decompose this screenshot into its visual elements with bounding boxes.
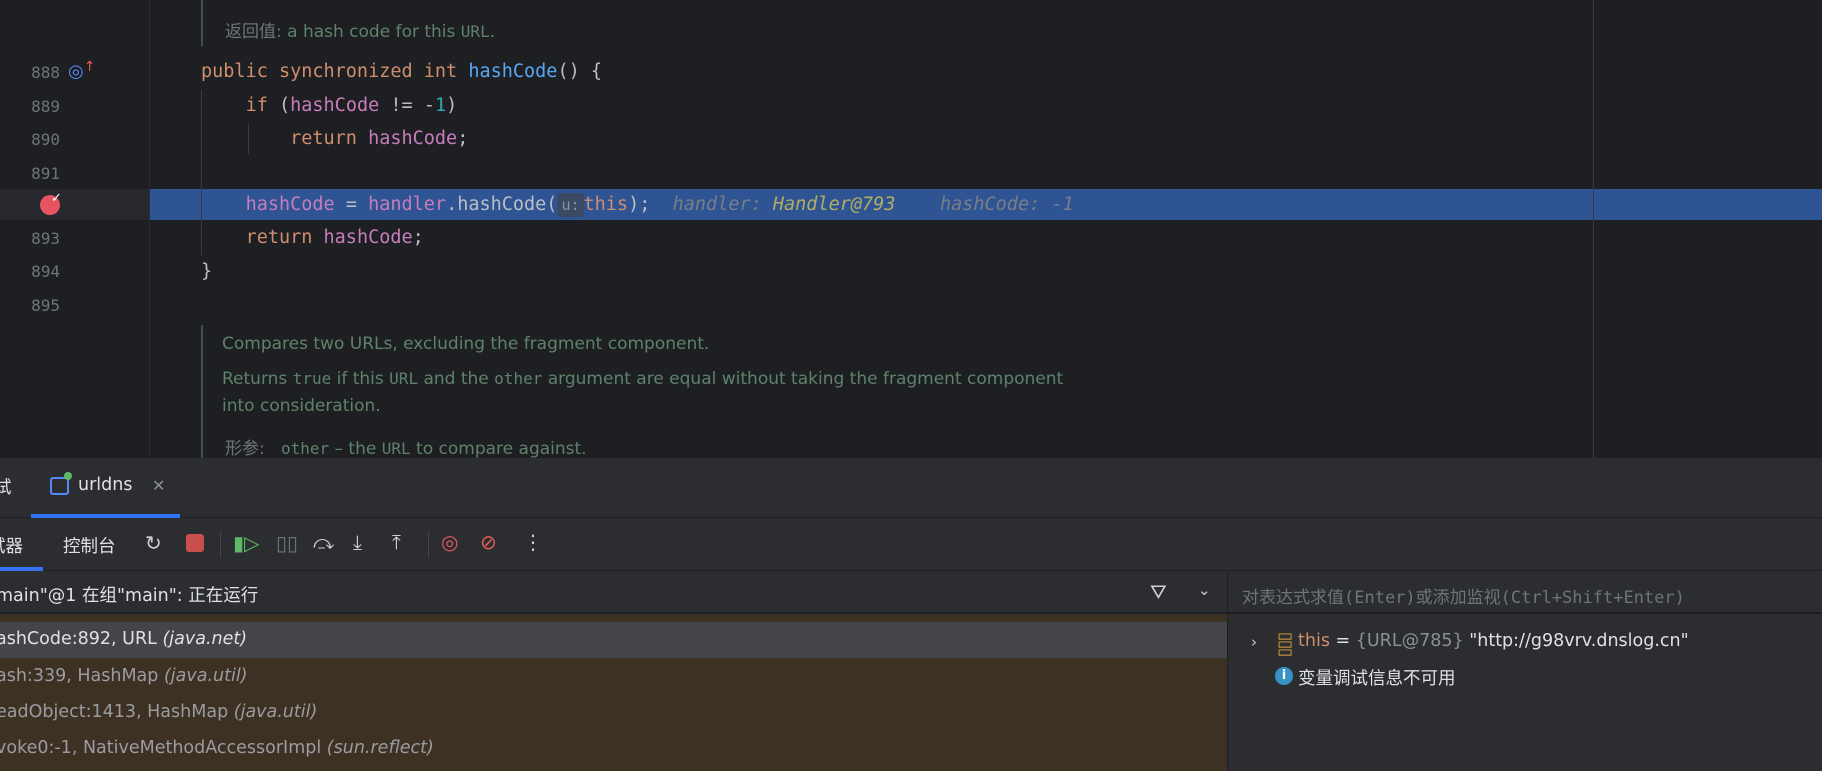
code-line-893: return hashCode; <box>245 227 424 248</box>
step-over-icon[interactable]: ⤼ <box>313 532 334 552</box>
frame-item[interactable]: ashCode:892, URL (java.net) <box>0 629 247 649</box>
gutter-divider <box>149 0 150 458</box>
line-number: 895 <box>31 296 60 315</box>
debug-toolbar: 试器 控制台 <box>0 518 1822 571</box>
resume-icon[interactable]: ▮▷ <box>233 533 259 553</box>
tab-label: urldns <box>78 475 133 495</box>
rerun-icon[interactable]: ↻ <box>145 533 162 553</box>
doc-returns-cont: into consideration. <box>222 396 381 416</box>
doc-summary: Compares two URLs, excluding the fragmen… <box>222 334 710 354</box>
evaluate-expression-input[interactable]: 对表达式求值(Enter)或添加监视(Ctrl+Shift+Enter) <box>1228 571 1822 614</box>
tab-console[interactable]: 控制台 <box>63 533 116 558</box>
code-line-894: } <box>201 261 213 282</box>
line-number: 893 <box>31 229 60 248</box>
doc-param: 形参: other – the URL to compare against. <box>225 439 587 459</box>
tab-urldns[interactable]: urldns ✕ <box>31 458 180 518</box>
code-line-892: hashCode = handler.hashCode(u: this); han… <box>245 193 1074 217</box>
chevron-right-icon[interactable]: › <box>1251 633 1257 651</box>
thread-label: main"@1 在组"main": 正在运行 <box>0 586 259 606</box>
mute-breakpoints-icon[interactable]: ⊘ <box>480 532 497 552</box>
doc-returns: Returns true if this URL and the other a… <box>222 369 1064 389</box>
stop-icon[interactable] <box>186 534 204 552</box>
info-message: 变量调试信息不可用 <box>1298 669 1456 689</box>
execution-gutter-highlight <box>0 189 149 220</box>
code-line-888: public synchronized int hashCode() { <box>201 61 602 82</box>
toolbar-separator <box>220 532 221 558</box>
frame-item[interactable]: ash:339, HashMap (java.util) <box>0 666 248 686</box>
info-icon: i <box>1275 667 1293 685</box>
doc-bar <box>201 325 203 458</box>
line-number: 894 <box>31 262 60 281</box>
step-into-icon[interactable]: ⤓ <box>353 532 362 552</box>
code-line-889: if (hashCode != -1) <box>245 95 458 116</box>
variable-this[interactable]: › ▭ ▭ ▭ this = {URL@785} "http://g98vrv.dn… <box>1228 626 1822 662</box>
view-breakpoints-icon[interactable]: ◎ <box>441 532 458 552</box>
pause-icon[interactable]: ▯▯ <box>276 533 298 553</box>
tab-debugger[interactable]: 试器 <box>0 533 23 558</box>
line-number: 888 <box>31 63 60 82</box>
tab-debug-fragment[interactable]: 试 <box>0 474 12 499</box>
step-out-icon[interactable]: ⤒ <box>392 532 401 552</box>
toolbar-separator <box>428 532 429 558</box>
variables-panel: 对表达式求值(Enter)或添加监视(Ctrl+Shift+Enter) › ▭… <box>1227 571 1822 771</box>
breakpoint-icon[interactable]: ✓ <box>40 191 62 218</box>
inline-value-handler[interactable]: Handler@793 <box>773 194 896 215</box>
code-line-890: return hashCode; <box>290 128 469 149</box>
thread-selector[interactable]: main"@1 在组"main": 正在运行 ⛛ ⌄ <box>0 571 1227 614</box>
field-icon: ▭ ▭ ▭ <box>1277 626 1294 662</box>
running-dot-icon <box>64 472 72 480</box>
filter-icon[interactable]: ⛛ <box>1150 580 1167 604</box>
code-editor[interactable]: 返回值: a hash code for this URL. 888 ◎↑ 88… <box>0 0 1822 459</box>
doc-bar <box>201 0 203 46</box>
doc-returns: 返回值: a hash code for this URL. <box>225 22 496 42</box>
right-margin-guide <box>1593 0 1594 458</box>
more-icon[interactable]: ⋮ <box>523 532 543 552</box>
frame-item[interactable]: eadObject:1413, HashMap (java.util) <box>0 702 317 722</box>
line-number: 889 <box>31 97 60 116</box>
close-icon[interactable]: ✕ <box>152 476 165 495</box>
overrides-method-icon[interactable]: ◎↑ <box>68 59 95 83</box>
line-number: 891 <box>31 164 60 183</box>
frame-item[interactable]: voke0:-1, NativeMethodAccessorImpl (sun.… <box>0 738 434 758</box>
debug-tab-bar: 试 urldns ✕ <box>0 458 1822 518</box>
inline-value-hashcode[interactable]: -1 <box>1051 194 1073 215</box>
parameter-hint: u: <box>557 193 584 217</box>
chevron-down-icon[interactable]: ⌄ <box>1198 581 1211 599</box>
line-number: 890 <box>31 130 60 149</box>
